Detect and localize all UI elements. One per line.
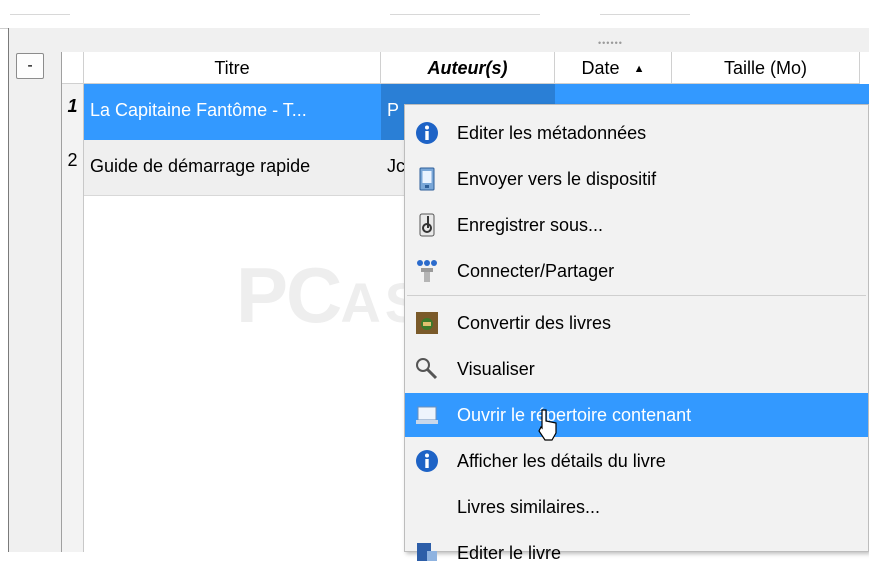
folder-icon — [416, 406, 438, 424]
menu-item-edit-book[interactable]: Editer le livre — [405, 531, 868, 575]
sort-ascending-icon: ▲ — [633, 63, 645, 75]
menu-item-send-to-device[interactable]: Envoyer vers le dispositif — [405, 157, 868, 201]
menu-item-convert-books[interactable]: Convertir des livres — [405, 301, 868, 345]
convert-icon — [416, 312, 438, 334]
cell-title: La Capitaine Fantôme - T... — [90, 100, 307, 120]
edit-book-icon — [417, 543, 437, 561]
row-number: 2 — [67, 150, 78, 170]
header-author[interactable]: Auteur(s) — [381, 52, 555, 84]
info-icon — [416, 450, 438, 472]
share-icon — [417, 260, 437, 282]
menu-item-similar-books[interactable]: Livres similaires... — [405, 485, 868, 529]
splitter-handle[interactable]: •••••• — [598, 38, 623, 48]
header-date-label: Date — [581, 58, 620, 78]
context-menu: Editer les métadonnées Envoyer vers le d… — [404, 104, 869, 563]
row-number-column: 1 2 — [62, 84, 84, 552]
device-icon — [419, 167, 435, 191]
toolbar-ghost-line — [10, 6, 70, 15]
header-rownum — [62, 52, 84, 84]
save-icon — [419, 213, 435, 237]
menu-item-label: Editer les métadonnées — [457, 123, 647, 143]
menu-item-show-book-details[interactable]: Afficher les détails du livre — [405, 439, 868, 483]
info-icon — [416, 122, 438, 144]
menu-item-edit-metadata[interactable]: Editer les métadonnées — [405, 111, 868, 155]
menu-item-label: Connecter/Partager — [457, 261, 615, 281]
header-title[interactable]: Titre — [84, 52, 381, 84]
menu-item-label: Ouvrir le répertoire contenant — [457, 405, 692, 425]
menu-item-connect-share[interactable]: Connecter/Partager — [405, 249, 868, 293]
menu-item-save-as[interactable]: Enregistrer sous... — [405, 203, 868, 247]
mouse-pointer-icon — [538, 409, 557, 441]
magnifier-icon — [416, 358, 438, 380]
header-size[interactable]: Taille (Mo) — [672, 52, 860, 84]
toolbar-ghost-line — [390, 6, 540, 15]
toolbar-ghost-line — [600, 6, 690, 15]
row-number: 1 — [67, 96, 78, 116]
menu-item-open-containing-folder[interactable]: Ouvrir le répertoire contenant — [405, 393, 868, 437]
cell-title: Guide de démarrage rapide — [90, 156, 311, 176]
menu-item-label: Convertir des livres — [457, 313, 612, 333]
menu-item-label: Livres similaires... — [457, 497, 601, 517]
menu-item-label: Afficher les détails du livre — [457, 451, 666, 471]
menu-item-label: Envoyer vers le dispositif — [457, 169, 657, 189]
menu-separator — [407, 295, 866, 296]
header-date[interactable]: Date ▲ — [555, 52, 672, 84]
menu-item-label: Enregistrer sous... — [457, 215, 604, 235]
top-toolbar-strip — [0, 0, 869, 29]
collapse-button[interactable]: - — [16, 53, 44, 79]
menu-item-label: Visualiser — [457, 359, 535, 379]
menu-item-view[interactable]: Visualiser — [405, 347, 868, 391]
menu-item-label: Editer le livre — [457, 543, 562, 563]
